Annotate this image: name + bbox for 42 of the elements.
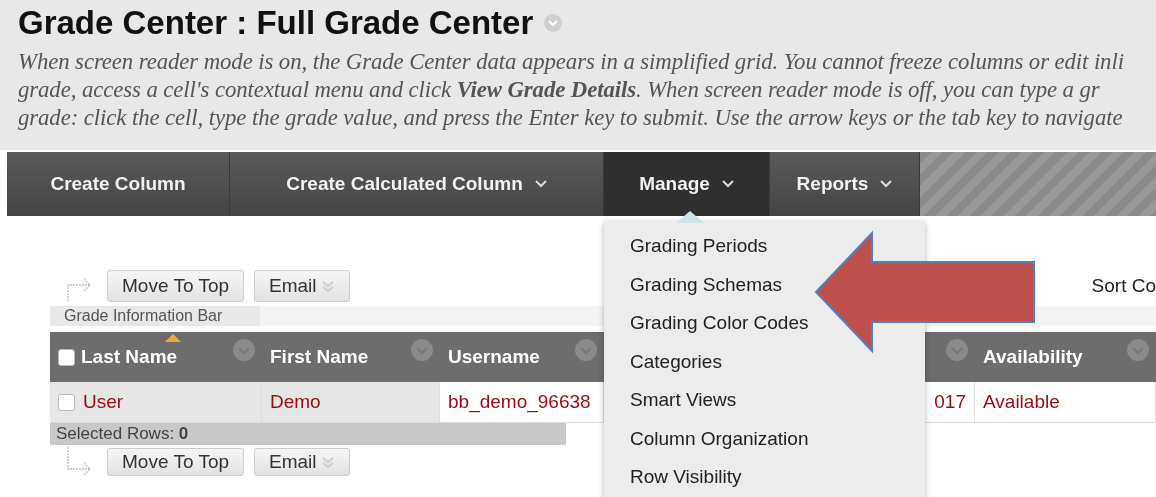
sort-columns-label: Sort Co: [1091, 275, 1156, 297]
info-bar-label: Grade Information Bar: [64, 307, 223, 324]
chevron-circle-icon[interactable]: [410, 338, 434, 362]
chevron-circle-icon[interactable]: [574, 338, 598, 362]
menu-item[interactable]: Smart Views: [630, 381, 737, 420]
table-cell: Available: [975, 382, 1156, 423]
selected-rows-label: Selected Rows: 0: [56, 424, 189, 443]
menu-item[interactable]: Row Visibility: [630, 458, 742, 497]
menu-item[interactable]: Grading Schemas: [630, 265, 783, 304]
toolbar-button[interactable]: Move To Top: [107, 270, 245, 302]
page-title: Grade Center : Full Grade Center: [18, 4, 534, 42]
column-header[interactable]: Username: [440, 332, 604, 382]
column-header[interactable]: First Name: [262, 332, 440, 382]
column-header[interactable]: Last Name: [50, 332, 262, 382]
instruction-text: When screen reader mode is on, the Grade Center data appears in a simplified grid. You cannot freeze columns or edit inli: [18, 48, 1125, 76]
row-checkbox[interactable]: [58, 393, 75, 411]
chevron-circle-icon[interactable]: [945, 338, 969, 362]
menu-item[interactable]: Categories: [630, 342, 722, 381]
double-chevron-icon: [320, 279, 335, 293]
toolbar-button[interactable]: Email: [254, 448, 350, 476]
double-chevron-icon: [320, 455, 335, 469]
chevron-icon: [880, 180, 893, 188]
menu-pointer-icon: [676, 211, 704, 223]
column-header[interactable]: Availability: [975, 332, 1156, 382]
chevron-circle-icon[interactable]: [1126, 338, 1150, 362]
toolbar-button[interactable]: Email: [254, 270, 350, 302]
select-all-checkbox[interactable]: [58, 348, 75, 366]
nav-menu-button[interactable]: Create Column: [7, 152, 230, 216]
instruction-text: grade, access a cell's contextual menu and click View Grade Details. When screen reader mode is off, you can type a gr: [18, 76, 1101, 104]
menu-item[interactable]: Grading Periods: [630, 227, 768, 266]
instruction-text: grade: click the cell, type the grade value, and press the Enter key to submit. Use the arrow keys or the tab key to navigate: [18, 104, 1124, 132]
chevron-circle-icon[interactable]: [232, 338, 256, 362]
menu-item[interactable]: Grading Color Codes: [630, 304, 809, 343]
chevron-icon: [721, 180, 734, 188]
table-cell: bb_demo_96638: [440, 382, 604, 423]
toolbar-button[interactable]: Move To Top: [107, 448, 245, 476]
table-cell: User: [50, 382, 262, 423]
table-cell: Demo: [262, 382, 440, 423]
chevron-circle-icon[interactable]: [543, 13, 564, 33]
chevron-icon: [534, 180, 547, 188]
sort-arrow-icon: [165, 334, 181, 342]
nav-menu-button[interactable]: Manage: [604, 152, 770, 216]
